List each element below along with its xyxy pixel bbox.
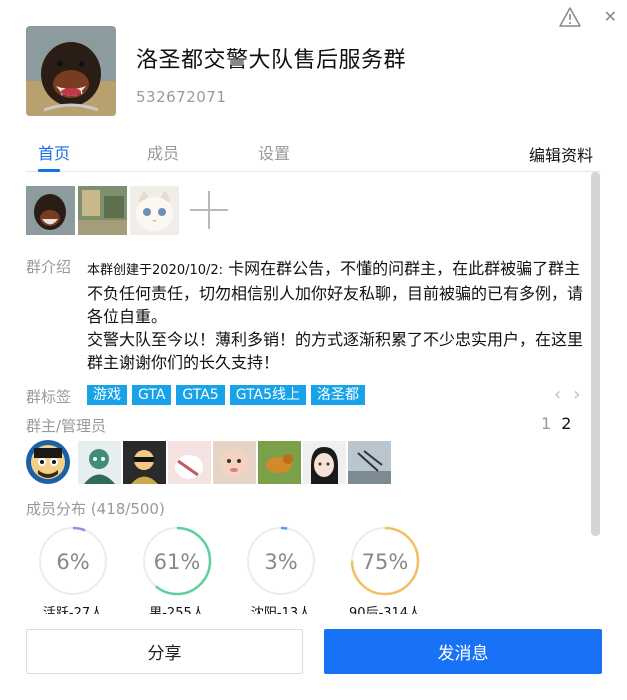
tag[interactable]: GTA5 [176,385,225,405]
distribution-rings: 6% 活跃-27人 61% 男-255人 3% 沈阳-13人 75% 90后-3… [38,526,598,614]
admin-avatar[interactable] [303,440,346,484]
tab-settings-label: 设置 [258,144,291,163]
tab-home[interactable]: 首页 [38,140,70,164]
stat-ring: 75% 90后-314人 [349,526,421,614]
ring-caption: 男-255人 [149,606,205,614]
admin-avatar[interactable] [213,440,256,484]
owner-avatar[interactable] [26,440,70,484]
group-photo[interactable] [130,186,179,235]
admins-pager: 1 2 [541,414,571,433]
ring-percent: 61% [153,550,201,574]
group-photo[interactable] [26,186,75,235]
warning-triangle-icon[interactable] [558,6,582,28]
group-name: 洛圣都交警大队售后服务群 [136,48,407,73]
admin-avatar[interactable] [168,440,211,484]
tag[interactable]: 游戏 [87,385,127,405]
tab-bar: 首页 成员 设置 编辑资料 [26,140,601,172]
member-count: (418/500) [90,500,165,518]
share-button[interactable]: 分享 [26,629,303,674]
page-2[interactable]: 2 [561,414,571,433]
group-id: 532672071 [136,88,227,106]
admin-avatars [26,440,393,484]
intro-thanks: 交警大队至今以！薄利多销！的方式逐渐积累了不少忠实用户，在这里 群主谢谢你们的长… [87,330,584,372]
group-photos [26,186,235,235]
tag[interactable]: GTA [132,385,172,405]
admins-label: 群主/管理员 [26,417,107,435]
ring-percent: 6% [56,550,90,574]
admin-avatar[interactable] [78,440,121,484]
edit-profile-link[interactable]: 编辑资料 [529,142,593,166]
window-controls: ✕ [558,6,617,28]
admin-avatar[interactable] [348,440,391,484]
footer-actions: 分享 发消息 [0,617,627,700]
ring-caption: 活跃-27人 [42,606,104,614]
send-message-button[interactable]: 发消息 [324,629,602,674]
distribution-title: 成员分布 [26,500,87,518]
group-avatar[interactable] [26,26,116,116]
tag[interactable]: 洛圣都 [311,385,366,405]
group-header: 洛圣都交警大队售后服务群 532672071 [26,26,406,116]
tab-members[interactable]: 成员 [147,140,179,164]
tab-members-label: 成员 [147,144,180,163]
page-1[interactable]: 1 [541,414,551,433]
ring-caption: 90后-314人 [348,606,422,614]
stat-ring: 6% 活跃-27人 [38,526,108,614]
stat-ring: 3% 沈阳-13人 [246,526,316,614]
chevron-left-icon[interactable]: ‹ [554,384,561,405]
tab-active-indicator [38,169,60,172]
ring-percent: 3% [264,550,298,574]
ring-percent: 75% [361,550,409,574]
admin-avatar[interactable] [123,440,166,484]
tab-home-label: 首页 [38,144,71,163]
tag-list: 游戏 GTA GTA5 GTA5线上 洛圣都 [87,385,366,405]
distribution-label: 成员分布 (418/500) [26,498,165,519]
ring-caption: 沈阳-13人 [250,606,312,614]
close-icon[interactable]: ✕ [604,9,617,25]
tags-label: 群标签 [26,388,72,406]
group-intro: 本群创建于2020/10/2: 卡网在群公告，不懂的问群主，在此群被骗了群主不负… [87,257,593,374]
stat-ring: 61% 男-255人 [142,526,212,614]
tag[interactable]: GTA5线上 [229,385,307,405]
chevron-right-icon[interactable]: › [573,384,580,405]
tab-settings[interactable]: 设置 [258,140,290,164]
add-photo-button[interactable] [186,186,235,235]
intro-label: 群介绍 [26,258,72,276]
group-photo[interactable] [78,186,127,235]
admin-avatar[interactable] [258,440,301,484]
intro-date: 本群创建于2020/10/2: [87,263,224,278]
tag-nav: ‹ › [554,384,580,405]
